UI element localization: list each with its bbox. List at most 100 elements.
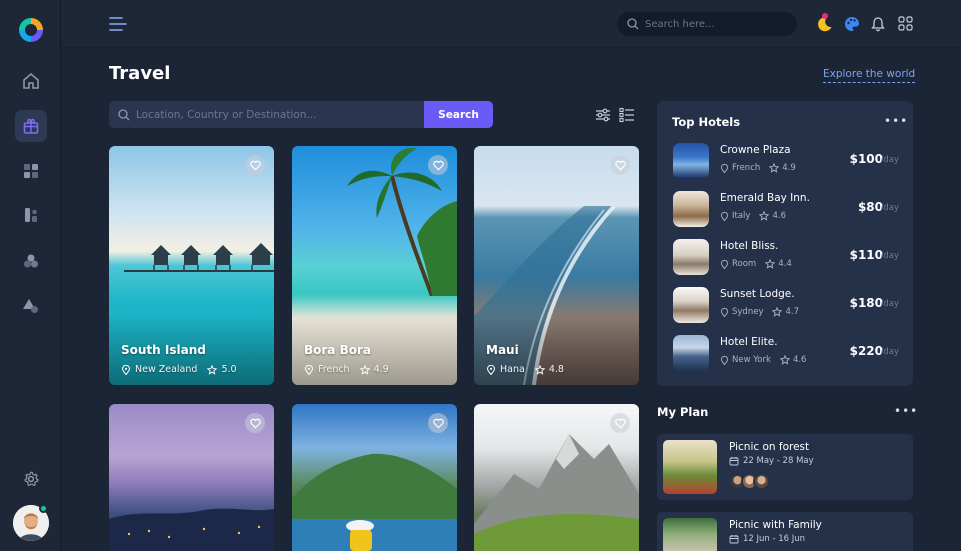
hotel-meta: New York 4.6 <box>720 355 806 365</box>
hotel-location: Sydney <box>732 307 764 317</box>
hotel-thumbnail <box>673 143 709 179</box>
hotel-item[interactable]: Emerald Bay Inn. Italy 4.6 $80 /day <box>673 191 899 229</box>
heart-icon <box>614 160 626 170</box>
star-icon <box>765 259 776 269</box>
page-title: Travel <box>109 63 171 84</box>
top-hotels-panel: Top Hotels ••• Crowne Plaza French 4.9 $… <box>657 101 913 386</box>
hotel-meta: Sydney 4.7 <box>720 307 799 317</box>
heart-icon <box>249 418 261 428</box>
apps-grid-icon <box>898 16 913 31</box>
plan-title: Picnic with Family <box>729 519 822 531</box>
color-palette-button[interactable] <box>843 15 860 32</box>
plan-item[interactable]: Picnic on forest 22 May - 28 May <box>657 434 913 500</box>
search-icon <box>627 18 639 30</box>
top-hotels-more-button[interactable]: ••• <box>884 114 908 128</box>
hotel-price: $220 <box>849 344 883 358</box>
hotel-meta: Room 4.4 <box>720 259 792 269</box>
hotel-name: Sunset Lodge. <box>720 288 795 300</box>
plan-dates: 22 May - 28 May <box>729 456 814 466</box>
destination-card-lake[interactable] <box>109 404 274 551</box>
menu-icon[interactable] <box>109 16 127 32</box>
palette-icon <box>844 16 859 31</box>
hotel-name: Hotel Bliss. <box>720 240 779 252</box>
plan-thumbnail <box>663 440 717 494</box>
hotel-item[interactable]: Crowne Plaza French 4.9 $100 /day <box>673 143 899 181</box>
destination-rating: 5.0 <box>221 364 237 375</box>
destination-location: New Zealand <box>135 364 198 375</box>
calendar-icon <box>729 457 739 466</box>
star-icon <box>769 163 780 173</box>
heart-icon <box>432 160 444 170</box>
hotel-rating: 4.6 <box>792 355 807 365</box>
destination-card-mountain[interactable] <box>474 404 639 551</box>
filter-sliders-icon[interactable] <box>595 107 611 123</box>
global-search[interactable] <box>617 12 797 36</box>
favorite-button[interactable] <box>245 413 265 433</box>
hotel-item[interactable]: Hotel Elite. New York 4.6 $220 /day <box>673 335 899 373</box>
explore-world-link[interactable]: Explore the world <box>823 68 916 83</box>
hotel-rating: 4.7 <box>785 307 799 317</box>
sidebar-settings[interactable] <box>15 463 47 495</box>
hotel-location: Italy <box>732 211 751 221</box>
calendar-icon <box>729 535 739 544</box>
hotel-thumbnail <box>673 239 709 275</box>
destination-meta: Hana 4.8 <box>486 364 564 375</box>
destination-rating: 4.8 <box>548 364 564 375</box>
notifications-button[interactable] <box>869 15 886 32</box>
favorite-button[interactable] <box>610 413 630 433</box>
destination-name: Bora Bora <box>304 343 371 357</box>
home-icon <box>23 72 39 89</box>
sidebar-item-components[interactable] <box>15 245 47 277</box>
hotel-price: $110 <box>849 248 883 262</box>
star-icon <box>759 211 770 221</box>
island-traveler-icon <box>292 453 457 551</box>
hotel-price-unit: /day <box>880 203 900 213</box>
sidebar-item-travel[interactable] <box>15 110 47 142</box>
destination-card-island[interactable] <box>292 404 457 551</box>
hotel-price-unit: /day <box>880 347 900 357</box>
favorite-button[interactable] <box>610 155 630 175</box>
hotel-price-unit: /day <box>880 155 900 165</box>
search-button[interactable]: Search <box>424 101 493 128</box>
sidebar-item-dashboard[interactable] <box>15 155 47 187</box>
my-plan-title: My Plan <box>657 405 709 419</box>
sidebar-item-shapes[interactable] <box>15 290 47 322</box>
hotel-meta: French 4.9 <box>720 163 796 173</box>
star-icon <box>772 307 783 317</box>
destination-card-bora-bora[interactable]: Bora Bora French 4.9 <box>292 146 457 385</box>
favorite-button[interactable] <box>428 413 448 433</box>
hotel-price-unit: /day <box>880 299 900 309</box>
plan-dates: 12 Jun - 16 Jun <box>729 534 805 544</box>
hotel-item[interactable]: Hotel Bliss. Room 4.4 $110 /day <box>673 239 899 277</box>
sidebar-item-apps[interactable] <box>15 199 47 231</box>
favorite-button[interactable] <box>245 155 265 175</box>
list-view-icon[interactable] <box>619 107 635 123</box>
destination-search-input[interactable] <box>136 108 416 121</box>
shapes-icon <box>23 299 38 313</box>
hotel-price-unit: /day <box>880 251 900 261</box>
apps-grid-button[interactable] <box>897 15 914 32</box>
my-plan-more-button[interactable]: ••• <box>894 404 918 418</box>
top-bar <box>61 0 961 48</box>
sidebar-item-home[interactable] <box>15 65 47 97</box>
hotel-location: French <box>732 163 761 173</box>
favorite-button[interactable] <box>428 155 448 175</box>
star-icon <box>359 364 370 375</box>
hotel-item[interactable]: Sunset Lodge. Sydney 4.7 $180 /day <box>673 287 899 325</box>
global-search-input[interactable] <box>645 18 785 30</box>
destination-card-south-island[interactable]: South Island New Zealand 5.0 <box>109 146 274 385</box>
hotel-price: $100 <box>849 152 883 166</box>
location-pin-icon <box>304 364 314 375</box>
hotel-thumbnail <box>673 335 709 371</box>
location-pin-icon <box>720 307 729 317</box>
location-pin-icon <box>720 355 729 365</box>
star-icon <box>207 364 218 375</box>
star-icon <box>779 355 790 365</box>
top-hotels-title: Top Hotels <box>672 115 741 129</box>
star-icon <box>534 364 545 375</box>
heart-icon <box>432 418 444 428</box>
plan-item[interactable]: Picnic with Family 12 Jun - 16 Jun <box>657 512 913 551</box>
destination-meta: New Zealand 5.0 <box>121 364 237 375</box>
app-logo-icon[interactable] <box>16 15 46 45</box>
destination-card-maui[interactable]: Maui Hana 4.8 <box>474 146 639 385</box>
